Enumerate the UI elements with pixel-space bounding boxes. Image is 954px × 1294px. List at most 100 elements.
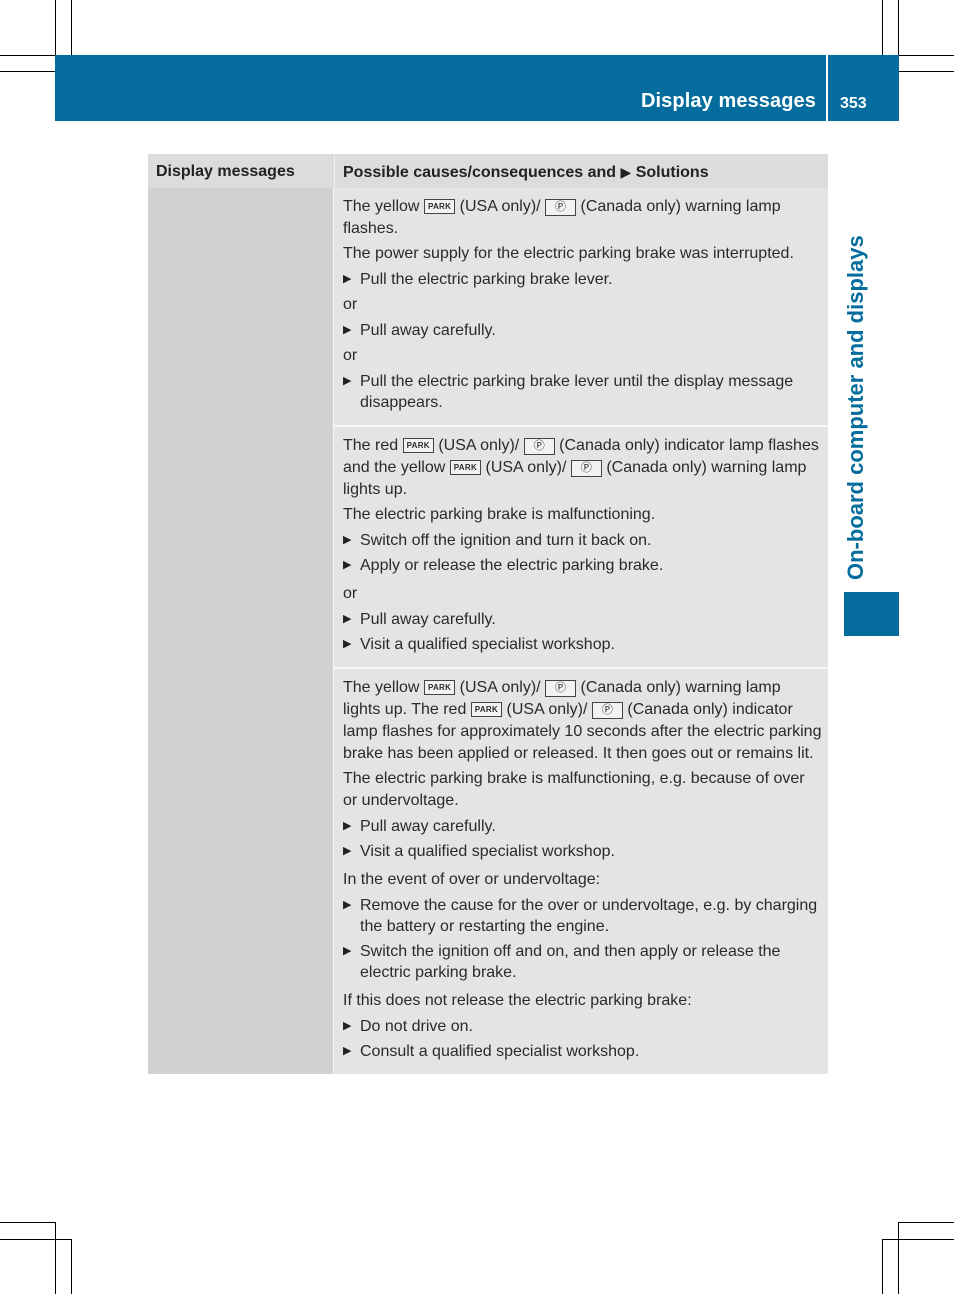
display-message-cell xyxy=(148,188,333,1074)
park-lamp-icon: PARK xyxy=(470,702,503,717)
or-separator: or xyxy=(343,347,358,364)
text: (USA only)/ xyxy=(506,701,588,718)
solution-step: ▶ Visit a qualified specialist workshop. xyxy=(343,841,822,862)
column-header-text: Possible causes/consequences and xyxy=(343,164,617,181)
table-header: Display messages Possible causes/consequ… xyxy=(148,154,828,188)
solution-arrow-icon: ▶ xyxy=(343,613,352,625)
step-text: Visit a qualified specialist workshop. xyxy=(360,843,615,860)
text: The red xyxy=(343,437,399,454)
crop-mark xyxy=(882,0,883,55)
text: (USA only)/ xyxy=(459,679,541,696)
column-header-causes-solutions: Possible causes/consequences and ▶ Solut… xyxy=(334,154,828,188)
parking-brake-p-icon: Ⓟ xyxy=(591,702,623,719)
crop-mark xyxy=(55,0,56,55)
step-text: Pull the electric parking brake lever un… xyxy=(360,373,794,411)
solution-step: ▶ Apply or release the electric parking b… xyxy=(343,555,822,576)
solution-arrow-icon: ▶ xyxy=(343,273,352,285)
solution-arrow-icon: ▶ xyxy=(343,1045,352,1057)
cause-text: The electric parking brake is malfunctio… xyxy=(343,770,805,809)
display-messages-table: Display messages Possible causes/consequ… xyxy=(148,154,828,1074)
step-text: Do not drive on. xyxy=(360,1018,473,1035)
solution-step: ▶ Consult a qualified specialist workshop… xyxy=(343,1041,822,1062)
step-text: Apply or release the electric parking br… xyxy=(360,557,664,574)
chapter-tab-marker xyxy=(844,592,899,636)
or-separator: or xyxy=(343,585,358,602)
solution-arrow-icon: ▶ xyxy=(343,559,352,571)
text: (USA only)/ xyxy=(459,198,541,215)
crop-mark xyxy=(899,55,954,56)
step-text: Remove the cause for the over or undervo… xyxy=(360,897,818,935)
message-block: The yellow PARK (USA only)/ Ⓟ (Canada on… xyxy=(334,669,828,1074)
step-text: Switch the ignition off and on, and then… xyxy=(360,943,781,981)
solution-arrow-icon: ▶ xyxy=(343,638,352,650)
column-header-display-messages: Display messages xyxy=(156,163,295,180)
solution-arrow-icon: ▶ xyxy=(620,164,632,180)
crop-mark xyxy=(899,1222,954,1223)
solution-step: ▶ Pull away carefully. xyxy=(343,816,822,837)
message-block: The red PARK (USA only)/ Ⓟ (Canada only)… xyxy=(334,427,828,669)
solution-step: ▶ Pull the electric parking brake lever u… xyxy=(343,371,822,413)
solution-step: ▶ Pull away carefully. xyxy=(343,320,822,341)
solution-step: ▶ Switch off the ignition and turn it bac… xyxy=(343,530,822,551)
chapter-tab-label: On-board computer and displays xyxy=(843,235,868,580)
solution-step: ▶ Pull away carefully. xyxy=(343,609,822,630)
step-text: Pull the electric parking brake lever. xyxy=(360,271,613,288)
header-separator xyxy=(826,55,828,121)
parking-brake-p-icon: Ⓟ xyxy=(545,680,577,697)
message-block: The yellow PARK (USA only)/ Ⓟ (Canada on… xyxy=(334,188,828,427)
solution-step: ▶ Do not drive on. xyxy=(343,1016,822,1037)
solution-arrow-icon: ▶ xyxy=(343,945,352,957)
step-text: Switch off the ignition and turn it back… xyxy=(360,532,652,549)
lamp-description: The yellow PARK (USA only)/ Ⓟ (Canada on… xyxy=(343,677,822,765)
page-number: 353 xyxy=(840,95,867,112)
text: (USA only)/ xyxy=(485,459,567,476)
parking-brake-p-icon: Ⓟ xyxy=(545,199,577,216)
crop-mark xyxy=(0,1222,55,1223)
solution-arrow-icon: ▶ xyxy=(343,820,352,832)
causes-solutions-cell: The yellow PARK (USA only)/ Ⓟ (Canada on… xyxy=(333,188,828,1074)
crop-mark xyxy=(898,0,899,55)
solution-step: ▶ Pull the electric parking brake lever. xyxy=(343,269,822,290)
cause-text: The power supply for the electric parkin… xyxy=(343,245,794,262)
step-text: Consult a qualified specialist workshop. xyxy=(360,1043,640,1060)
solution-step: ▶ Visit a qualified specialist workshop. xyxy=(343,634,822,655)
crop-mark xyxy=(882,1239,883,1294)
crop-mark xyxy=(0,55,55,56)
solution-arrow-icon: ▶ xyxy=(343,899,352,911)
step-text: Pull away carefully. xyxy=(360,611,496,628)
crop-mark xyxy=(71,1239,72,1294)
solution-step: ▶ Switch the ignition off and on, and the… xyxy=(343,941,822,983)
crop-mark xyxy=(899,71,954,72)
parking-brake-p-icon: Ⓟ xyxy=(570,460,602,477)
solution-step: ▶ Remove the cause for the over or underv… xyxy=(343,895,822,937)
crop-mark xyxy=(898,1222,899,1294)
section-title: Display messages xyxy=(640,90,816,112)
solution-arrow-icon: ▶ xyxy=(343,375,352,387)
crop-mark xyxy=(55,1222,56,1294)
crop-mark xyxy=(0,71,55,72)
or-separator: or xyxy=(343,296,358,313)
step-text: Visit a qualified specialist workshop. xyxy=(360,636,615,653)
subheading-text: If this does not release the electric pa… xyxy=(343,992,692,1009)
park-lamp-icon: PARK xyxy=(449,460,482,475)
park-lamp-icon: PARK xyxy=(423,680,456,695)
text: The yellow xyxy=(343,679,420,696)
column-header-text: Solutions xyxy=(635,164,709,181)
table-body: The yellow PARK (USA only)/ Ⓟ (Canada on… xyxy=(148,188,828,1074)
step-text: Pull away carefully. xyxy=(360,818,496,835)
crop-mark xyxy=(882,1239,954,1240)
solution-arrow-icon: ▶ xyxy=(343,324,352,336)
solution-arrow-icon: ▶ xyxy=(343,534,352,546)
park-lamp-icon: PARK xyxy=(402,438,434,453)
text: The yellow xyxy=(343,198,420,215)
park-lamp-icon: PARK xyxy=(423,199,456,214)
crop-mark xyxy=(0,1239,71,1240)
lamp-description: The red PARK (USA only)/ Ⓟ (Canada only)… xyxy=(343,435,822,501)
cause-text: The electric parking brake is malfunctio… xyxy=(343,506,656,523)
parking-brake-p-icon: Ⓟ xyxy=(523,438,555,455)
solution-arrow-icon: ▶ xyxy=(343,845,352,857)
step-text: Pull away carefully. xyxy=(360,322,496,339)
lamp-description: The yellow PARK (USA only)/ Ⓟ (Canada on… xyxy=(343,196,822,240)
subheading-text: In the event of over or undervoltage: xyxy=(343,871,601,888)
crop-mark xyxy=(71,0,72,55)
